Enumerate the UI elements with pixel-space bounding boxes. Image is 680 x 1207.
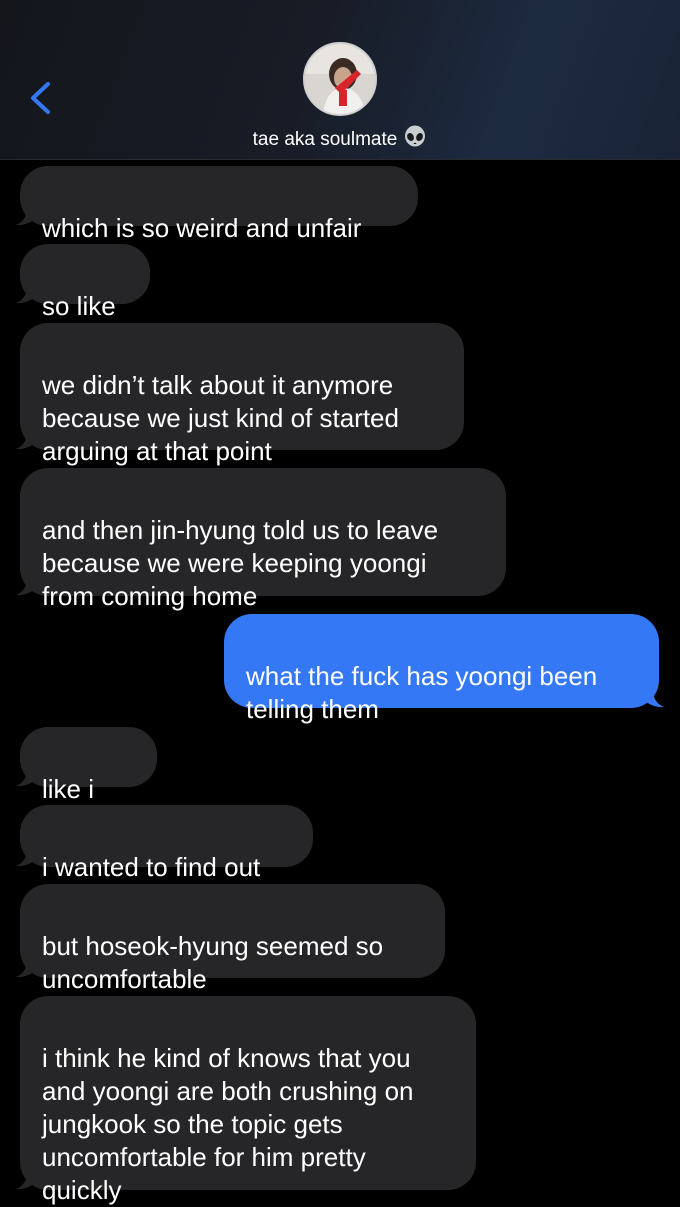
contact-name: tae aka soulmate — [252, 129, 398, 150]
bubble-tail — [16, 1168, 36, 1190]
bubble-tail — [16, 574, 36, 596]
message-text: but hoseok-hyung seemed so uncomfortable — [42, 931, 384, 994]
back-button[interactable] — [20, 72, 64, 124]
message-text: and then jin-hyung told us to leave beca… — [42, 515, 439, 611]
message-text: so like — [42, 291, 116, 321]
incoming-message[interactable]: we didn’t talk about it anymore because … — [20, 323, 464, 466]
incoming-message[interactable]: which is so weird and unfair — [20, 166, 418, 243]
bubble-tail — [16, 282, 36, 304]
incoming-message[interactable]: like i said — [20, 727, 157, 837]
message-text: we didn’t talk about it anymore because … — [42, 370, 399, 466]
incoming-message[interactable]: but hoseok-hyung seemed so uncomfortable — [20, 884, 445, 994]
bubble-tail — [16, 204, 36, 226]
chevron-left-icon — [31, 82, 50, 114]
conversation-header: tae aka soulmate — [0, 0, 680, 160]
incoming-message[interactable]: and then jin-hyung told us to leave beca… — [20, 468, 506, 611]
alien-icon — [403, 125, 427, 156]
bubble-tail — [16, 845, 36, 867]
incoming-message[interactable]: i wanted to find out — [20, 805, 313, 882]
bubble-tail — [644, 686, 664, 708]
avatar-image — [305, 44, 375, 114]
contact-name-row[interactable]: tae aka soulmate — [0, 125, 680, 156]
message-text: i wanted to find out — [42, 852, 261, 882]
message-text: which is so weird and unfair — [42, 213, 362, 243]
contact-avatar[interactable] — [303, 42, 377, 116]
outgoing-message[interactable]: what the fuck has yoongi been telling th… — [224, 614, 659, 724]
bubble-tail — [16, 765, 36, 787]
incoming-message[interactable]: i think he kind of knows that you and yo… — [20, 996, 476, 1205]
bubble-tail — [16, 428, 36, 450]
message-thread[interactable]: which is so weird and unfair so like we … — [0, 160, 680, 1205]
bubble-tail — [16, 956, 36, 978]
incoming-message[interactable]: so like — [20, 244, 150, 321]
message-text: i think he kind of knows that you and yo… — [42, 1043, 414, 1205]
message-text: what the fuck has yoongi been telling th… — [246, 661, 598, 724]
